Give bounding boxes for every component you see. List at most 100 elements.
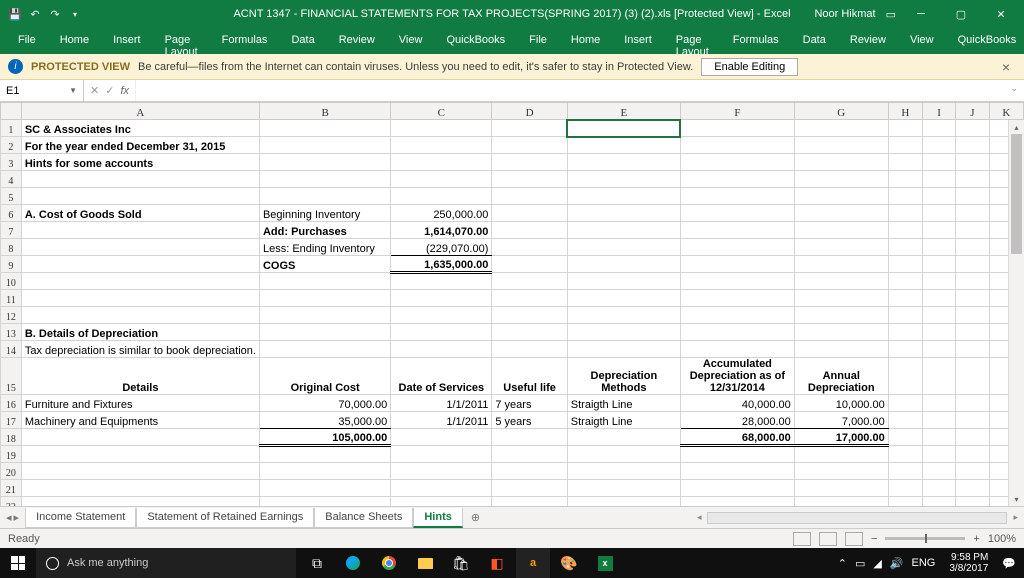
cell-H22[interactable] [888, 497, 922, 507]
cell-A17[interactable]: Machinery and Equipments [21, 412, 259, 429]
enable-editing-button[interactable]: Enable Editing [701, 58, 798, 76]
cell-H7[interactable] [888, 222, 922, 239]
edge-icon[interactable] [336, 548, 370, 578]
cell-J14[interactable] [956, 341, 989, 358]
ribbon-tab-quickbooks[interactable]: QuickBooks [434, 28, 517, 54]
cell-C16[interactable]: 1/1/2011 [391, 395, 492, 412]
row-header-15[interactable]: 15 [1, 358, 22, 395]
cell-I16[interactable] [922, 395, 955, 412]
cell-A3[interactable]: Hints for some accounts [21, 154, 259, 171]
cell-C20[interactable] [391, 463, 492, 480]
cell-C10[interactable] [391, 273, 492, 290]
cell-D6[interactable] [492, 205, 567, 222]
cell-E20[interactable] [567, 463, 680, 480]
row-header-22[interactable]: 22 [1, 497, 22, 507]
cell-H21[interactable] [888, 480, 922, 497]
hscroll-left-icon[interactable]: ◂ [697, 512, 702, 523]
cell-A12[interactable] [21, 307, 259, 324]
cell-C7[interactable]: 1,614,070.00 [391, 222, 492, 239]
namebox-dropdown-icon[interactable]: ▼ [69, 86, 77, 95]
cell-D3[interactable] [492, 154, 567, 171]
cell-C19[interactable] [391, 446, 492, 463]
cell-C21[interactable] [391, 480, 492, 497]
cell-H18[interactable] [888, 429, 922, 446]
cell-C6[interactable]: 250,000.00 [391, 205, 492, 222]
cell-I19[interactable] [922, 446, 955, 463]
cell-B19[interactable] [259, 446, 390, 463]
cell-B5[interactable] [259, 188, 390, 205]
cell-I9[interactable] [922, 256, 955, 273]
cell-I15[interactable] [922, 358, 955, 395]
cell-E9[interactable] [567, 256, 680, 273]
cell-J20[interactable] [956, 463, 989, 480]
hscroll-right-icon[interactable]: ▸ [1013, 512, 1018, 523]
cell-D14[interactable] [492, 341, 567, 358]
zoom-level[interactable]: 100% [988, 533, 1016, 545]
row-header-21[interactable]: 21 [1, 480, 22, 497]
cell-I2[interactable] [922, 137, 955, 154]
cell-H2[interactable] [888, 137, 922, 154]
sheet-nav-next-icon[interactable]: ▸ [14, 511, 20, 524]
ribbon-tab-view[interactable]: View [898, 28, 946, 54]
cell-F19[interactable] [680, 446, 794, 463]
vertical-scrollbar[interactable]: ▴ ▾ [1008, 120, 1024, 506]
sheet-nav-prev-icon[interactable]: ◂ [6, 511, 12, 524]
cell-C18[interactable] [391, 429, 492, 446]
cell-D18[interactable] [492, 429, 567, 446]
cell-E7[interactable] [567, 222, 680, 239]
scroll-down-icon[interactable]: ▾ [1009, 492, 1024, 506]
col-header-E[interactable]: E [567, 103, 680, 120]
ribbon-tab-review[interactable]: Review [838, 28, 898, 54]
ribbon-tab-review[interactable]: Review [327, 28, 387, 54]
col-header-H[interactable]: H [888, 103, 922, 120]
cell-I17[interactable] [922, 412, 955, 429]
cell-E21[interactable] [567, 480, 680, 497]
file-explorer-icon[interactable] [408, 548, 442, 578]
cell-H8[interactable] [888, 239, 922, 256]
row-header-14[interactable]: 14 [1, 341, 22, 358]
cell-B8[interactable]: Less: Ending Inventory [259, 239, 390, 256]
cell-F22[interactable] [680, 497, 794, 507]
cell-E11[interactable] [567, 290, 680, 307]
cell-J18[interactable] [956, 429, 989, 446]
cell-J6[interactable] [956, 205, 989, 222]
cell-I5[interactable] [922, 188, 955, 205]
col-header-F[interactable]: F [680, 103, 794, 120]
cell-A5[interactable] [21, 188, 259, 205]
cell-A6[interactable]: A. Cost of Goods Sold [21, 205, 259, 222]
cell-I8[interactable] [922, 239, 955, 256]
cell-E18[interactable] [567, 429, 680, 446]
row-header-7[interactable]: 7 [1, 222, 22, 239]
row-header-8[interactable]: 8 [1, 239, 22, 256]
cell-E22[interactable] [567, 497, 680, 507]
cell-E16[interactable]: Straigth Line [567, 395, 680, 412]
task-view-button[interactable]: ⧉ [300, 548, 334, 578]
cell-C17[interactable]: 1/1/2011 [391, 412, 492, 429]
cell-G3[interactable] [794, 154, 888, 171]
cell-I21[interactable] [922, 480, 955, 497]
ribbon-tab-file[interactable]: File [517, 28, 559, 54]
cell-C12[interactable] [391, 307, 492, 324]
cell-I11[interactable] [922, 290, 955, 307]
formula-input[interactable] [136, 80, 1004, 101]
cell-E14[interactable] [567, 341, 680, 358]
col-header-G[interactable]: G [794, 103, 888, 120]
ribbon-tab-view[interactable]: View [387, 28, 435, 54]
cell-J2[interactable] [956, 137, 989, 154]
zoom-in-button[interactable]: + [973, 533, 979, 545]
cell-E12[interactable] [567, 307, 680, 324]
cell-I13[interactable] [922, 324, 955, 341]
cell-I14[interactable] [922, 341, 955, 358]
cell-G8[interactable] [794, 239, 888, 256]
cell-J13[interactable] [956, 324, 989, 341]
notifications-icon[interactable]: 💬 [1002, 557, 1016, 570]
cell-J10[interactable] [956, 273, 989, 290]
cell-C9[interactable]: 1,635,000.00 [391, 256, 492, 273]
row-header-16[interactable]: 16 [1, 395, 22, 412]
cell-I3[interactable] [922, 154, 955, 171]
cell-E19[interactable] [567, 446, 680, 463]
cell-G14[interactable] [794, 341, 888, 358]
cell-D11[interactable] [492, 290, 567, 307]
cell-C5[interactable] [391, 188, 492, 205]
cell-G11[interactable] [794, 290, 888, 307]
